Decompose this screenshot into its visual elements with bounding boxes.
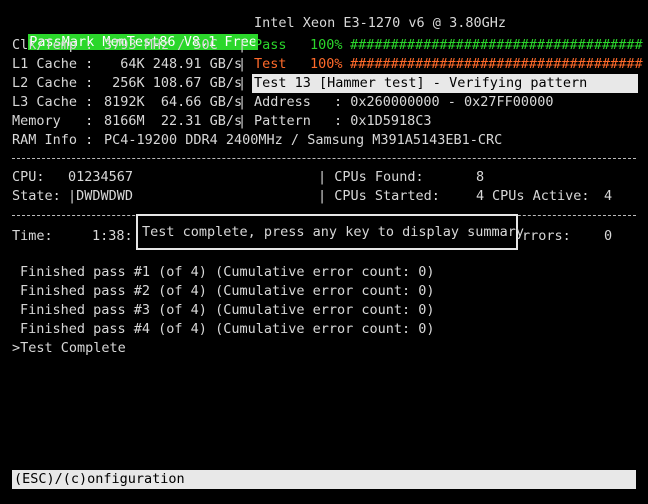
state-label: State: [12, 188, 61, 204]
l3-cache-value: 8192K 64.66 GB/s [104, 94, 243, 110]
address-label: Address [254, 94, 311, 110]
cpus-active-value: 4 [604, 188, 613, 204]
cpus-active-label: CPUs Active: [492, 188, 590, 204]
pass-progress-bar: #################################### [350, 37, 643, 53]
column-divider: | [238, 56, 247, 72]
cpus-started-label: | CPUs Started: [318, 188, 440, 204]
log-line: Finished pass #4 (of 4) (Cumulative erro… [20, 321, 435, 337]
log-line: Finished pass #3 (of 4) (Cumulative erro… [20, 302, 435, 318]
time-value: 1:38: [92, 228, 133, 244]
configuration-hint-bar[interactable]: (ESC)/(c)onfiguration [12, 470, 636, 489]
l1-cache-value: 64K 248.91 GB/s [104, 56, 243, 72]
l3-cache-label: L3 Cache : [12, 94, 94, 110]
log-line: Finished pass #2 (of 4) (Cumulative erro… [20, 283, 435, 299]
ram-info-label: RAM Info : [12, 132, 94, 148]
log-line: Finished pass #1 (of 4) (Cumulative erro… [20, 264, 435, 280]
current-test-status: Test 13 [Hammer test] - Verifying patter… [252, 74, 638, 93]
column-divider: | [238, 94, 247, 110]
pattern-label: Pattern [254, 113, 311, 129]
memory-value: 8166M 22.31 GB/s [104, 113, 243, 129]
cpus-found-label: | CPUs Found: [318, 169, 424, 185]
test-percent: 100% [310, 56, 343, 72]
clk-temp-value: 3793 MHz / 50C [104, 37, 218, 53]
test-label: Test [254, 56, 287, 72]
cpus-started-value: 4 [476, 188, 485, 204]
l2-cache-value: 256K 108.67 GB/s [104, 75, 243, 91]
pass-label: Pass [254, 37, 287, 53]
cpu-label: CPU: [12, 169, 45, 185]
cpus-found-value: 8 [476, 169, 485, 185]
pattern-value: : 0x1D5918C3 [334, 113, 432, 129]
errors-value: 0 [604, 228, 613, 244]
column-divider: | [238, 113, 247, 129]
memory-label: Memory : [12, 113, 94, 129]
section-divider [12, 158, 636, 159]
dialog-message: Test complete, press any key to display … [142, 224, 525, 240]
time-label: Time: [12, 228, 53, 244]
address-value: : 0x260000000 - 0x27FF00000 [334, 94, 554, 110]
cpu-model: Intel Xeon E3-1270 v6 @ 3.80GHz [254, 15, 506, 31]
l1-cache-label: L1 Cache : [12, 56, 94, 72]
column-divider: | [238, 37, 247, 53]
errors-label: rrors: [522, 228, 571, 244]
ram-info-value: PC4-19200 DDR4 2400MHz / Samsung M391A51… [104, 132, 503, 148]
clk-temp-label: Clk/Temp : [12, 37, 94, 53]
column-divider: | [238, 75, 247, 91]
test-complete-dialog[interactable]: Test complete, press any key to display … [136, 214, 524, 250]
pass-percent: 100% [310, 37, 343, 53]
state-value: |DWDWDWD [68, 188, 134, 204]
l2-cache-label: L2 Cache : [12, 75, 94, 91]
test-progress-bar: #################################### [350, 56, 643, 72]
cpu-list: 01234567 [68, 169, 134, 185]
status-prompt: >Test Complete [12, 340, 126, 356]
